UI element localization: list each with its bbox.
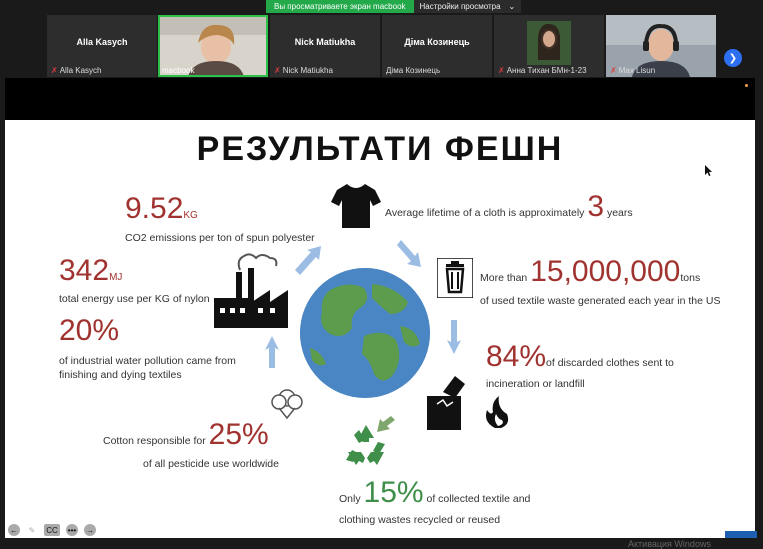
more-options-button[interactable]: ••• [66, 524, 78, 536]
presenter-toolbar: ← ✎ CC ••• → [8, 524, 96, 536]
participant-caption: Діма Козинець [386, 66, 441, 75]
participant-name: Alla Kasych [76, 37, 128, 47]
participant-strip: Alla Kasych ✗ Alla Kasych macbook Nick Ma… [0, 13, 763, 78]
participant-caption: Nick Matiukha [282, 66, 333, 75]
participant-caption: Alla Kasych [59, 66, 102, 75]
participant-caption: macbook [162, 66, 195, 75]
view-options-button[interactable]: Настройки просмотра ⌄ [413, 0, 522, 13]
participant-name: Діма Козинець [404, 37, 470, 47]
shared-slide: РЕЗУЛЬТАТИ ФЕШН 9.52KG CO2 emissions per… [5, 120, 755, 538]
participant-caption: Анна Тихан БМн-1-23 [506, 66, 587, 75]
mic-muted-icon: ✗ [498, 66, 505, 75]
arrow-icon [377, 416, 395, 432]
captions-icon: CC [46, 525, 58, 535]
pen-tool-button[interactable]: ✎ [26, 524, 38, 536]
participant-tile[interactable]: Nick Matiukha ✗ Nick Matiukha [270, 15, 380, 77]
participant-tile[interactable]: Діма Козинець Діма Козинець [382, 15, 492, 77]
arrow-icon [397, 240, 421, 267]
earth-globe-icon [300, 268, 430, 398]
participant-tile[interactable]: Alla Kasych ✗ Alla Kasych [47, 15, 157, 77]
share-banner: Вы просматриваете экран macbook Настройк… [266, 0, 522, 13]
participant-caption: Max Lisun [618, 66, 656, 75]
more-icon: ••• [67, 525, 77, 535]
arrow-right-icon: → [86, 525, 94, 535]
share-message: Вы просматриваете экран macbook [266, 0, 414, 13]
next-slide-button[interactable]: → [84, 524, 96, 536]
captions-button[interactable]: CC [44, 524, 60, 536]
arrow-icon [447, 320, 461, 354]
arrow-left-icon: ← [10, 525, 18, 535]
previous-slide-button[interactable]: ← [8, 524, 20, 536]
chevron-right-icon: ❯ [728, 52, 738, 64]
arrow-icon [265, 336, 279, 368]
participant-tile-active[interactable]: macbook [158, 15, 268, 77]
participant-name: Nick Matiukha [294, 37, 356, 47]
participant-tile[interactable]: ✗ Max Lisun [606, 15, 716, 77]
mic-muted-icon: ✗ [610, 66, 617, 75]
slide-top-band [5, 78, 755, 120]
view-options-label: Настройки просмотра [419, 2, 501, 11]
arrow-icon [295, 246, 321, 275]
recording-dot-icon [745, 84, 748, 87]
pen-icon: ✎ [28, 525, 36, 535]
mic-muted-icon: ✗ [274, 66, 281, 75]
participant-tile[interactable]: ✗ Анна Тихан БМн-1-23 [494, 15, 604, 77]
mouse-cursor-icon [705, 165, 712, 176]
taskbar-corner [725, 531, 757, 538]
next-participants-button[interactable]: ❯ [724, 49, 742, 67]
mic-muted-icon: ✗ [51, 66, 58, 75]
chevron-down-icon: ⌄ [508, 2, 516, 11]
